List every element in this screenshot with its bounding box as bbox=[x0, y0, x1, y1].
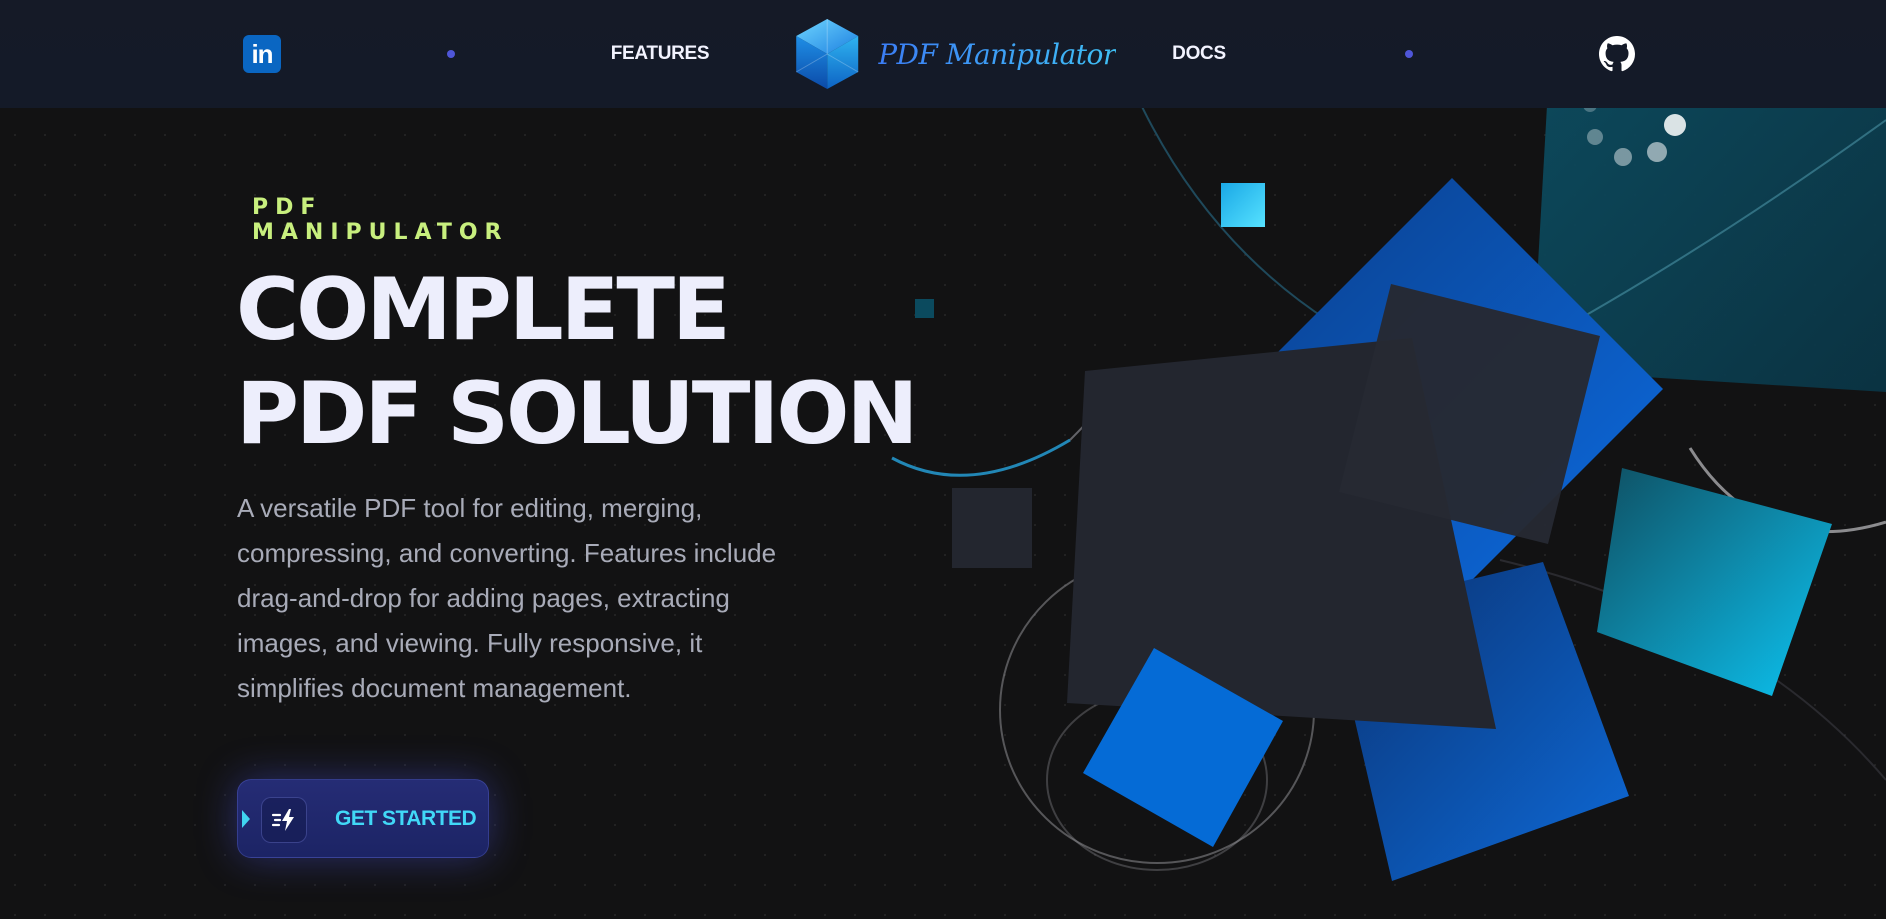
headline-line-1: COMPLETE bbox=[236, 260, 731, 360]
fast-bolt-icon bbox=[261, 797, 307, 843]
linkedin-glyph: in bbox=[251, 38, 273, 69]
hero-headline: COMPLETE PDF SOLUTION bbox=[236, 258, 918, 466]
get-started-label: GET STARTED bbox=[335, 807, 477, 830]
top-nav: in FEATURES PDF Manipulator DOCS bbox=[0, 0, 1886, 108]
headline-line-2: PDF SOLUTION bbox=[236, 364, 918, 464]
cube-logo-icon bbox=[795, 19, 859, 89]
hero-description: A versatile PDF tool for editing, mergin… bbox=[237, 493, 777, 703]
nav-link-features[interactable]: FEATURES bbox=[611, 43, 710, 65]
hero-eyebrow: PDF MANIPULATOR bbox=[252, 195, 509, 245]
nav-separator-dot bbox=[447, 50, 455, 58]
github-icon[interactable] bbox=[1599, 36, 1635, 72]
brand-name: PDF Manipulator bbox=[878, 37, 1116, 71]
nav-link-docs[interactable]: DOCS bbox=[1172, 43, 1226, 65]
brand-logo-link[interactable]: PDF Manipulator bbox=[794, 17, 1116, 91]
caret-right-icon bbox=[242, 810, 250, 828]
get-started-button[interactable]: GET STARTED bbox=[237, 779, 489, 858]
nav-separator-dot bbox=[1405, 50, 1413, 58]
linkedin-icon[interactable]: in bbox=[243, 35, 281, 73]
